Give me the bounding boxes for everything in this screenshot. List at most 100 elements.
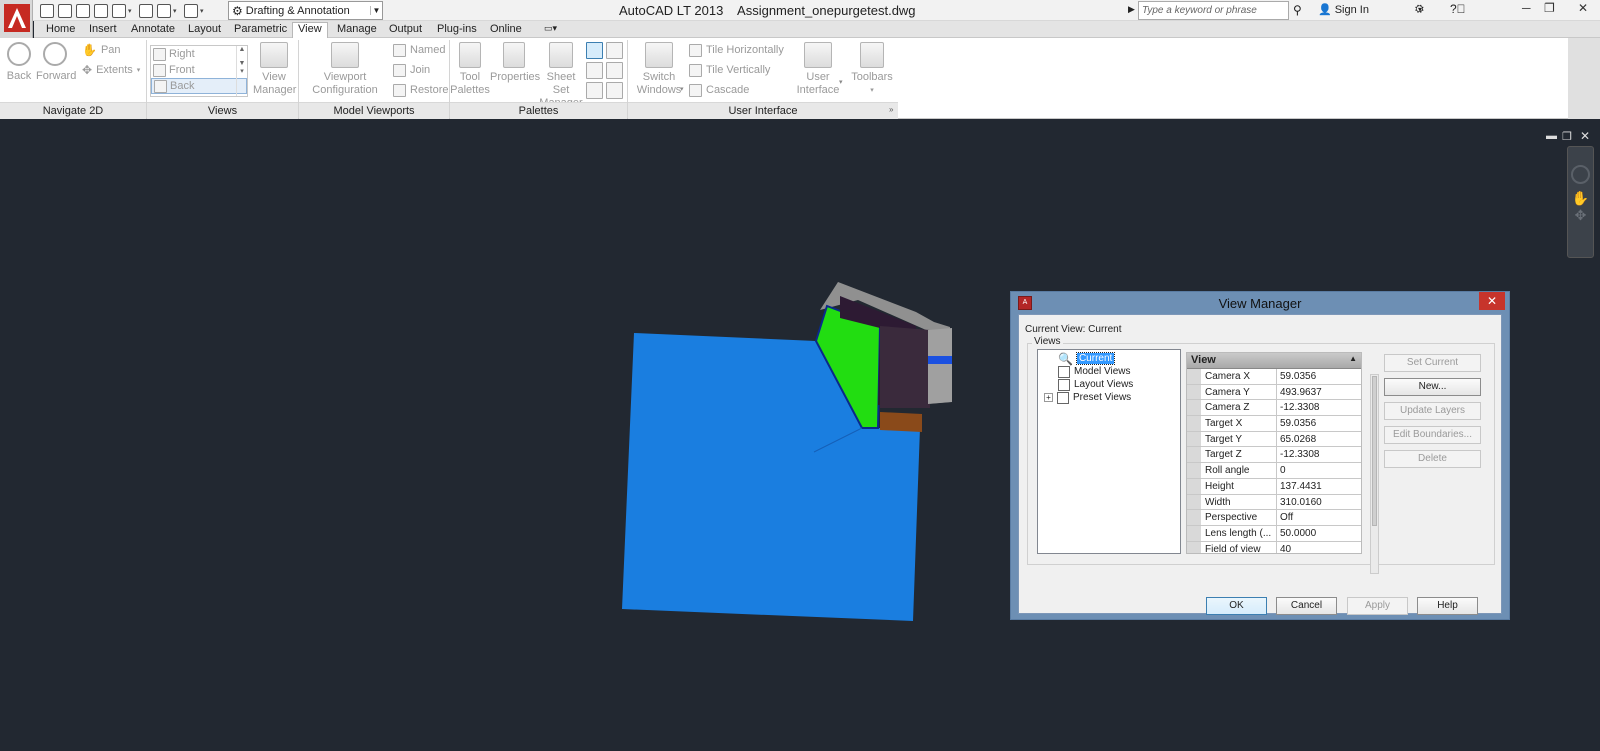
layer-icon[interactable] xyxy=(586,82,603,99)
properties-button[interactable]: Properties xyxy=(490,42,540,84)
tab-plug-ins[interactable]: Plug-ins xyxy=(437,23,477,35)
tab-insert[interactable]: Insert xyxy=(89,23,117,35)
views-tree[interactable]: 🔍 Current Model Views Layout Views + Prese… xyxy=(1037,349,1181,554)
property-row[interactable]: Target Z -12.3308 xyxy=(1187,447,1361,464)
new-view-button[interactable]: New... xyxy=(1384,378,1481,396)
property-value[interactable]: 50.0000 xyxy=(1277,526,1361,541)
update-layers-button[interactable]: Update Layers xyxy=(1384,402,1481,420)
application-menu-button[interactable] xyxy=(0,0,33,38)
tab-layout[interactable]: Layout xyxy=(188,23,221,35)
scroll-thumb[interactable] xyxy=(1372,376,1377,526)
chevron-down-icon[interactable]: ▾ xyxy=(839,78,843,86)
tile-vertically-button[interactable]: Tile Vertically xyxy=(689,61,770,79)
redo-icon[interactable] xyxy=(184,3,198,18)
property-row[interactable]: Lens length (... 50.0000 xyxy=(1187,525,1361,542)
quickcalc-icon[interactable] xyxy=(606,62,623,79)
forward-button[interactable]: Forward xyxy=(36,42,76,83)
property-value[interactable]: 137.4431 xyxy=(1277,479,1361,494)
user-interface-button[interactable]: User Interface xyxy=(795,42,841,97)
properties-scrollbar[interactable] xyxy=(1370,374,1379,574)
help-button[interactable]: Help xyxy=(1417,597,1478,615)
tab-parametric[interactable]: Parametric xyxy=(234,23,287,35)
toolbars-button[interactable]: Toolbars ▾ xyxy=(850,42,894,97)
property-value[interactable]: -12.3308 xyxy=(1277,447,1361,462)
steering-wheel-icon[interactable] xyxy=(1571,165,1590,184)
property-row[interactable]: Camera Z -12.3308 xyxy=(1187,400,1361,417)
switch-windows-button[interactable]: Switch Windows xyxy=(634,42,684,97)
tree-item-preset-views[interactable]: + Preset Views xyxy=(1044,391,1131,404)
tab-annotate[interactable]: Annotate xyxy=(131,23,175,35)
views-gallery[interactable]: Right Front Back ▲ ▼ ▾ xyxy=(150,45,248,97)
tree-item-current[interactable]: 🔍 Current xyxy=(1058,352,1116,366)
tool-palettes-button[interactable]: Tool Palettes xyxy=(450,42,490,97)
zoom-extents-icon[interactable]: ✥ xyxy=(1568,207,1593,224)
print-icon[interactable] xyxy=(139,3,153,18)
tab-output[interactable]: Output xyxy=(389,23,422,35)
save-icon[interactable] xyxy=(76,3,90,18)
cascade-button[interactable]: Cascade xyxy=(689,81,749,99)
binoculars-icon[interactable]: ⚲ xyxy=(1293,3,1302,17)
viewport-minimize-button[interactable]: ▬ xyxy=(1546,130,1557,142)
tab-home[interactable]: Home xyxy=(46,23,75,35)
tree-item-model-views[interactable]: Model Views xyxy=(1058,365,1131,378)
set-current-button[interactable]: Set Current xyxy=(1384,354,1481,372)
view-item-back[interactable]: Back xyxy=(151,78,247,94)
tab-view[interactable]: View xyxy=(292,22,328,38)
search-expand-icon[interactable]: ▶ xyxy=(1128,4,1135,15)
properties-header[interactable]: View ▲ xyxy=(1187,353,1361,369)
sign-in-button[interactable]: 👤 Sign In ▾ xyxy=(1318,3,1422,17)
property-value[interactable]: 493.9637 xyxy=(1277,385,1361,400)
sheet-set-manager-button[interactable]: Sheet Set Manager xyxy=(538,42,584,110)
expand-plus-icon[interactable]: + xyxy=(1044,393,1053,402)
property-row[interactable]: Field of view 40 xyxy=(1187,541,1361,553)
tab-online[interactable]: Online xyxy=(490,23,522,35)
property-value[interactable]: 0 xyxy=(1277,463,1361,478)
tab-manage[interactable]: Manage xyxy=(337,23,377,35)
markup-icon[interactable] xyxy=(586,62,603,79)
command-line-icon[interactable] xyxy=(586,42,603,59)
tree-item-layout-views[interactable]: Layout Views xyxy=(1058,378,1133,391)
delete-button[interactable]: Delete xyxy=(1384,450,1481,468)
property-value[interactable]: 59.0356 xyxy=(1277,369,1361,384)
close-button[interactable]: ✕ xyxy=(1578,1,1588,15)
apply-button[interactable]: Apply xyxy=(1347,597,1408,615)
extents-button[interactable]: ✥ Extents ▾ xyxy=(82,61,140,79)
property-row[interactable]: Perspective Off xyxy=(1187,510,1361,526)
panel-expand-icon[interactable]: » xyxy=(889,105,893,114)
exchange-icon[interactable]: ⛭ xyxy=(1415,3,1424,16)
viewport-configuration-button[interactable]: Viewport Configuration xyxy=(307,42,383,97)
dialog-close-button[interactable]: ✕ xyxy=(1479,292,1505,310)
edit-boundaries-button[interactable]: Edit Boundaries... xyxy=(1384,426,1481,444)
back-button[interactable]: Back xyxy=(4,42,34,83)
property-row[interactable]: Height 137.4431 xyxy=(1187,478,1361,495)
property-value[interactable]: 40 xyxy=(1277,542,1361,553)
ok-button[interactable]: OK xyxy=(1206,597,1267,615)
view-item-right[interactable]: Right xyxy=(151,46,247,62)
property-row[interactable]: Target Y 65.0268 xyxy=(1187,431,1361,448)
open-icon[interactable] xyxy=(58,3,72,18)
minimize-button[interactable]: ─ xyxy=(1522,1,1531,15)
property-value[interactable]: 310.0160 xyxy=(1277,495,1361,510)
named-button[interactable]: Named xyxy=(393,41,445,59)
property-row[interactable]: Camera Y 493.9637 xyxy=(1187,384,1361,401)
view-properties-grid[interactable]: View ▲ Camera X 59.0356 Camera Y 493.9637 Cam… xyxy=(1186,352,1362,554)
cancel-button[interactable]: Cancel xyxy=(1276,597,1337,615)
view-item-front[interactable]: Front xyxy=(151,62,247,78)
restore-button[interactable]: ❐ xyxy=(1544,1,1555,15)
pan-button[interactable]: ✋ Pan xyxy=(82,41,121,59)
view-manager-button[interactable]: View Manager xyxy=(253,42,296,97)
undo-icon[interactable] xyxy=(157,3,171,18)
external-ref-icon[interactable] xyxy=(606,82,623,99)
property-row[interactable]: Roll angle 0 xyxy=(1187,463,1361,479)
viewport-restore-button[interactable]: ❐ xyxy=(1562,130,1572,143)
design-center-icon[interactable] xyxy=(606,42,623,59)
gallery-scroll[interactable]: ▲ ▼ ▾ xyxy=(236,46,247,96)
property-row[interactable]: Width 310.0160 xyxy=(1187,494,1361,511)
viewport-close-button[interactable]: ✕ xyxy=(1580,129,1590,143)
property-value[interactable]: Off xyxy=(1277,510,1361,525)
property-value[interactable]: 59.0356 xyxy=(1277,416,1361,431)
workspace-dropdown[interactable]: ⚙ Drafting & Annotation ▼ xyxy=(228,1,383,20)
property-row[interactable]: Target X 59.0356 xyxy=(1187,416,1361,432)
restore-button[interactable]: Restore xyxy=(393,81,449,99)
new-icon[interactable] xyxy=(40,3,54,18)
